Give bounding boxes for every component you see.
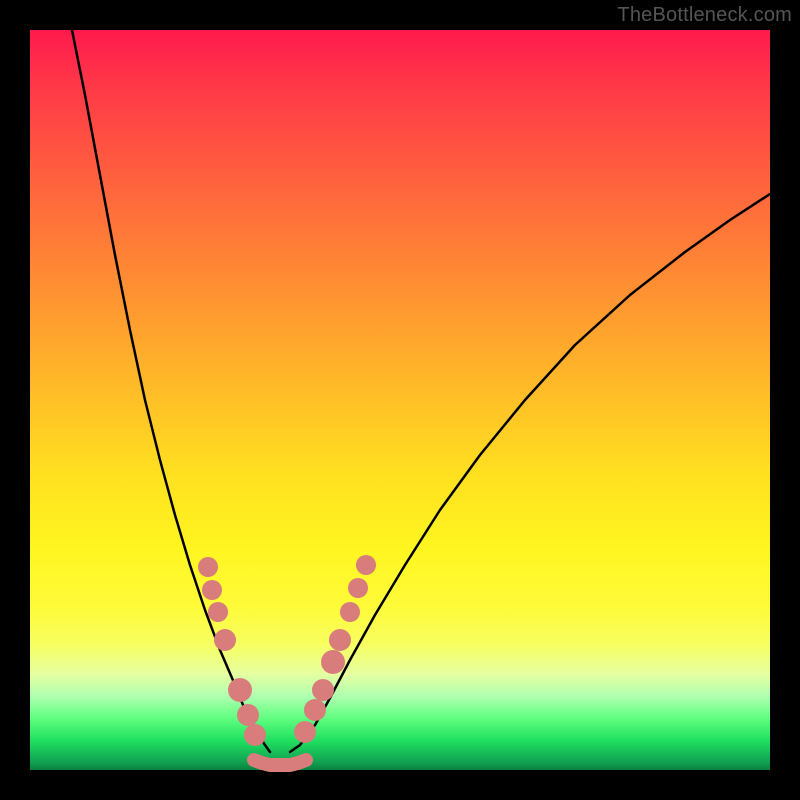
series-left-arm bbox=[72, 30, 270, 752]
dot-right-6 bbox=[348, 578, 368, 598]
dot-left-0 bbox=[198, 557, 218, 577]
dot-right-2 bbox=[312, 679, 334, 701]
dot-right-0 bbox=[294, 721, 316, 743]
dot-left-5 bbox=[237, 704, 259, 726]
dot-right-3 bbox=[321, 650, 345, 674]
series-right-arm bbox=[290, 194, 770, 752]
dot-right-1 bbox=[304, 699, 326, 721]
dot-right-7 bbox=[356, 555, 376, 575]
dot-left-4 bbox=[228, 678, 252, 702]
dot-right-5 bbox=[340, 602, 360, 622]
dot-left-6 bbox=[244, 724, 266, 746]
dot-left-1 bbox=[202, 580, 222, 600]
curve-group bbox=[72, 30, 770, 765]
dot-right-4 bbox=[329, 629, 351, 651]
watermark-text: TheBottleneck.com bbox=[617, 4, 792, 27]
dot-group bbox=[198, 555, 376, 746]
chart-svg bbox=[30, 30, 770, 770]
series-trough bbox=[254, 760, 306, 765]
dot-left-2 bbox=[208, 602, 228, 622]
dot-left-3 bbox=[214, 629, 236, 651]
